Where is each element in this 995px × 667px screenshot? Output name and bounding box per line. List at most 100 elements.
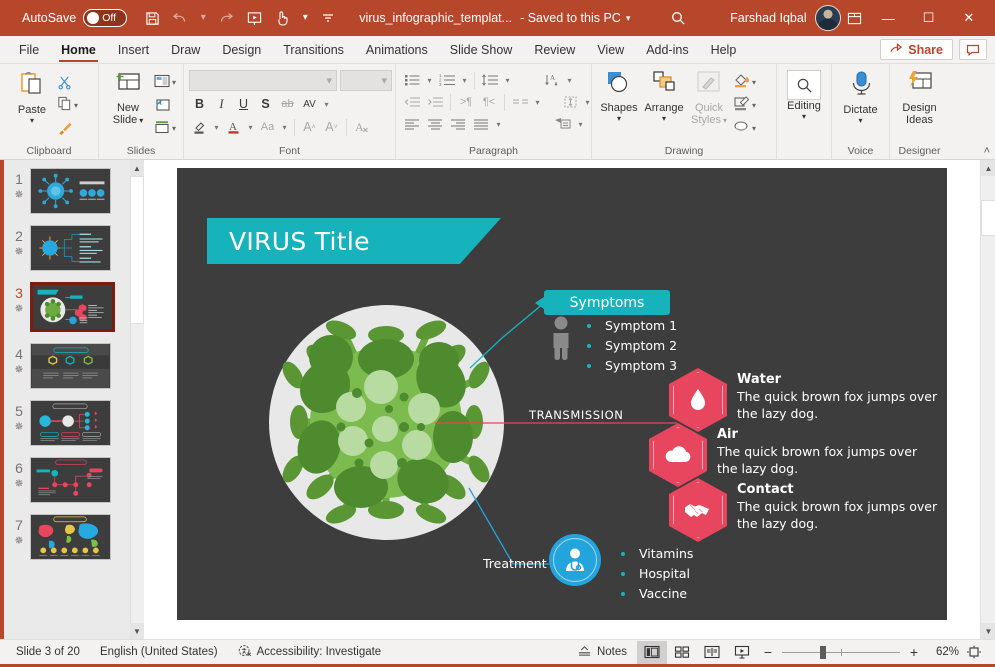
slide-sorter-icon[interactable] — [667, 641, 697, 664]
slide-count[interactable]: Slide 3 of 20 — [6, 641, 90, 664]
align-left-icon[interactable] — [401, 114, 423, 134]
text-shadow-button[interactable]: S — [255, 94, 276, 114]
slide-scrollbar-thumb[interactable] — [981, 200, 995, 236]
copy-dropdown-icon[interactable]: ▾ — [74, 101, 78, 110]
shape-outline-button[interactable]: ▾ — [731, 94, 758, 116]
zoom-knob[interactable] — [820, 645, 826, 659]
redo-icon[interactable] — [213, 5, 239, 31]
slide-thumbnail-4-frame[interactable] — [30, 343, 111, 389]
tab-add-ins[interactable]: Add-ins — [635, 36, 699, 63]
zoom-track[interactable] — [782, 645, 900, 659]
quick-styles-button[interactable]: Quick Styles ▾ — [687, 67, 731, 126]
highlight-dropdown-icon[interactable]: ▾ — [211, 123, 222, 132]
comments-icon[interactable] — [959, 39, 987, 60]
tab-help[interactable]: Help — [700, 36, 748, 63]
collapse-ribbon-icon[interactable]: ˄ — [984, 145, 990, 157]
close-button[interactable]: ✕ — [949, 0, 989, 36]
zoom-in-button[interactable]: + — [907, 644, 921, 660]
slide-thumbnail-6-frame[interactable] — [30, 457, 111, 503]
ribbon-display-options-icon[interactable] — [841, 11, 868, 26]
slide-thumbnail-2[interactable]: 2 ✵ — [4, 225, 144, 271]
save-icon[interactable] — [139, 5, 165, 31]
maximize-button[interactable]: ☐ — [908, 0, 948, 36]
customize-quick-access-icon[interactable] — [315, 5, 341, 31]
slide-scrollbar[interactable]: ▲ ▼ — [980, 160, 995, 639]
zoom-value[interactable]: 62% — [925, 646, 959, 658]
shape-outline-dropdown-icon[interactable]: ▾ — [752, 101, 756, 110]
arrange-dropdown-icon[interactable]: ▾ — [662, 114, 666, 123]
numbering-dropdown-icon[interactable]: ▾ — [459, 76, 470, 85]
tab-draw[interactable]: Draw — [160, 36, 211, 63]
font-size-input[interactable]: ▾ — [340, 70, 392, 91]
bullets-icon[interactable] — [401, 70, 423, 90]
text-direction-icon[interactable]: A — [541, 70, 563, 90]
dictate-button[interactable]: Dictate ▾ — [837, 67, 884, 125]
minimize-button[interactable]: — — [868, 0, 908, 36]
arrange-button[interactable]: Arrange ▾ — [641, 67, 687, 123]
normal-view-icon[interactable] — [637, 640, 667, 664]
right-to-left-icon[interactable]: ¶< — [478, 92, 500, 112]
shape-effects-dropdown-icon[interactable]: ▾ — [752, 124, 756, 133]
font-color-dropdown-icon[interactable]: ▾ — [245, 123, 256, 132]
editing-button[interactable]: Editing ▾ — [782, 67, 826, 121]
smartart-dropdown-icon[interactable]: ▾ — [575, 120, 586, 129]
fit-slide-to-window-icon[interactable] — [959, 641, 989, 664]
zoom-out-button[interactable]: − — [761, 644, 775, 660]
slide-thumbnail-6[interactable]: 6 ✵ — [4, 457, 144, 503]
font-name-input[interactable]: ▾ — [189, 70, 337, 91]
line-spacing-icon[interactable] — [479, 70, 501, 90]
decrease-indent-icon[interactable] — [401, 92, 423, 112]
slide-thumbnail-7-frame[interactable] — [30, 514, 111, 560]
underline-button[interactable]: U — [233, 94, 254, 114]
quick-styles-dropdown-icon[interactable]: ▾ — [723, 116, 727, 125]
reset-slide-icon[interactable] — [152, 94, 178, 116]
justify-dropdown-icon[interactable]: ▾ — [493, 120, 504, 129]
decrease-font-size-button[interactable]: A ˅ — [321, 117, 342, 137]
increase-font-size-button[interactable]: A ˄ — [299, 117, 320, 137]
shape-effects-button[interactable]: ▾ — [731, 117, 758, 139]
slide-scroll-down-icon[interactable]: ▼ — [981, 623, 995, 639]
strikethrough-button[interactable]: ab — [277, 94, 298, 114]
slide-thumbnails-panel[interactable]: 1 ✵ 2 ✵ 3 ✵ 4 ✵ 5 ✵ 6 ✵ 7 ✵ ▲ ▼ — [4, 160, 144, 639]
cut-scissors-icon[interactable] — [55, 71, 80, 93]
line-spacing-dropdown-icon[interactable]: ▾ — [502, 76, 513, 85]
new-slide-dropdown-icon[interactable]: ▾ — [139, 116, 143, 125]
reading-view-icon[interactable] — [697, 641, 727, 664]
columns-dropdown-icon[interactable]: ▾ — [532, 98, 543, 107]
tab-animations[interactable]: Animations — [355, 36, 439, 63]
zoom-slider[interactable]: − + — [757, 644, 925, 660]
slide-thumbnail-5[interactable]: 5 ✵ — [4, 400, 144, 446]
numbering-icon[interactable]: 123 — [436, 70, 458, 90]
tab-view[interactable]: View — [586, 36, 635, 63]
slide-thumbnail-2-frame[interactable] — [30, 225, 111, 271]
slide-thumbnail-3[interactable]: 3 ✵ — [4, 282, 144, 332]
align-text-icon[interactable] — [559, 92, 581, 112]
copy-button[interactable]: ▾ — [55, 94, 80, 116]
thumbnails-scroll-down-icon[interactable]: ▼ — [130, 623, 144, 639]
tab-transitions[interactable]: Transitions — [272, 36, 355, 63]
convert-to-smartart-icon[interactable] — [552, 114, 574, 134]
touch-mode-icon[interactable] — [269, 5, 295, 31]
slide-scroll-up-icon[interactable]: ▲ — [981, 160, 995, 176]
tab-review[interactable]: Review — [523, 36, 586, 63]
slide-layout-dropdown-icon[interactable]: ▾ — [172, 78, 176, 87]
slide-thumbnail-3-frame[interactable] — [30, 282, 115, 332]
font-color-icon[interactable]: A — [223, 117, 244, 137]
undo-icon[interactable] — [167, 5, 193, 31]
thumbnails-scrollbar-thumb[interactable] — [130, 176, 144, 324]
columns-icon[interactable] — [509, 92, 531, 112]
justify-icon[interactable] — [470, 114, 492, 134]
section-dropdown-icon[interactable]: ▾ — [172, 124, 176, 133]
design-ideas-button[interactable]: Design Ideas — [895, 67, 944, 126]
format-painter-icon[interactable] — [55, 117, 80, 139]
slide-thumbnail-1[interactable]: 1 ✵ — [4, 168, 144, 214]
saved-status-dropdown-icon[interactable]: ▾ — [626, 13, 631, 24]
search-icon[interactable] — [666, 5, 690, 31]
change-case-button[interactable]: Aa — [257, 117, 278, 137]
paste-button[interactable]: Paste ▾ — [9, 67, 55, 125]
text-direction-dropdown-icon[interactable]: ▾ — [564, 76, 575, 85]
avatar[interactable] — [814, 5, 841, 31]
change-case-dropdown-icon[interactable]: ▾ — [279, 123, 290, 132]
start-presentation-icon[interactable] — [241, 5, 267, 31]
bold-button[interactable]: B — [189, 94, 210, 114]
